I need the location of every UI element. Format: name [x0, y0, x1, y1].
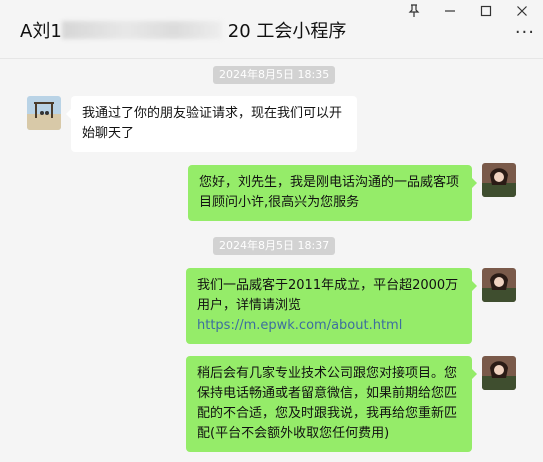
title-divider: [0, 58, 543, 59]
chat-title: A刘1 20 工会小程序: [20, 17, 346, 43]
message-bubble-outgoing[interactable]: 稍后会有几家专业技术公司跟您对接项目。您保持电话畅通或者留意微信，如果前期给您匹…: [186, 356, 477, 452]
pin-icon[interactable]: [403, 2, 425, 20]
redacted-blur: [61, 21, 222, 39]
message-bubble-incoming[interactable]: 我通过了你的朋友验证请求，现在我们可以开始聊天了: [66, 96, 357, 152]
chat-title-prefix: A刘1: [20, 21, 62, 42]
avatar-self[interactable]: [482, 356, 516, 390]
timestamp: 2024年8月5日 18:37: [213, 237, 336, 255]
close-icon[interactable]: [511, 2, 533, 20]
message-bubble-outgoing[interactable]: 您好，刘先生，我是刚电话沟通的一品威客项目顾问小许,很高兴为您服务: [188, 165, 477, 221]
timestamp: 2024年8月5日 18:35: [213, 66, 336, 84]
minimize-icon[interactable]: [439, 2, 461, 20]
message-link[interactable]: https://m.epwk.com/about.html: [197, 318, 402, 333]
message-bubble-outgoing[interactable]: 我们一品威客于2011年成立，平台超2000万用户，详情请浏览 https://m…: [186, 268, 477, 344]
window-controls: [403, 2, 533, 20]
avatar-self[interactable]: [482, 268, 516, 302]
more-button[interactable]: ···: [515, 22, 535, 43]
avatar-contact[interactable]: [27, 96, 61, 130]
chat-title-suffix: 20 工会小程序: [227, 21, 347, 42]
message-text: 我们一品威客于2011年成立，平台超2000万用户，详情请浏览: [197, 278, 459, 313]
title-bar: A刘1 20 工会小程序 ···: [0, 0, 543, 58]
avatar-self[interactable]: [482, 163, 516, 197]
maximize-icon[interactable]: [475, 2, 497, 20]
